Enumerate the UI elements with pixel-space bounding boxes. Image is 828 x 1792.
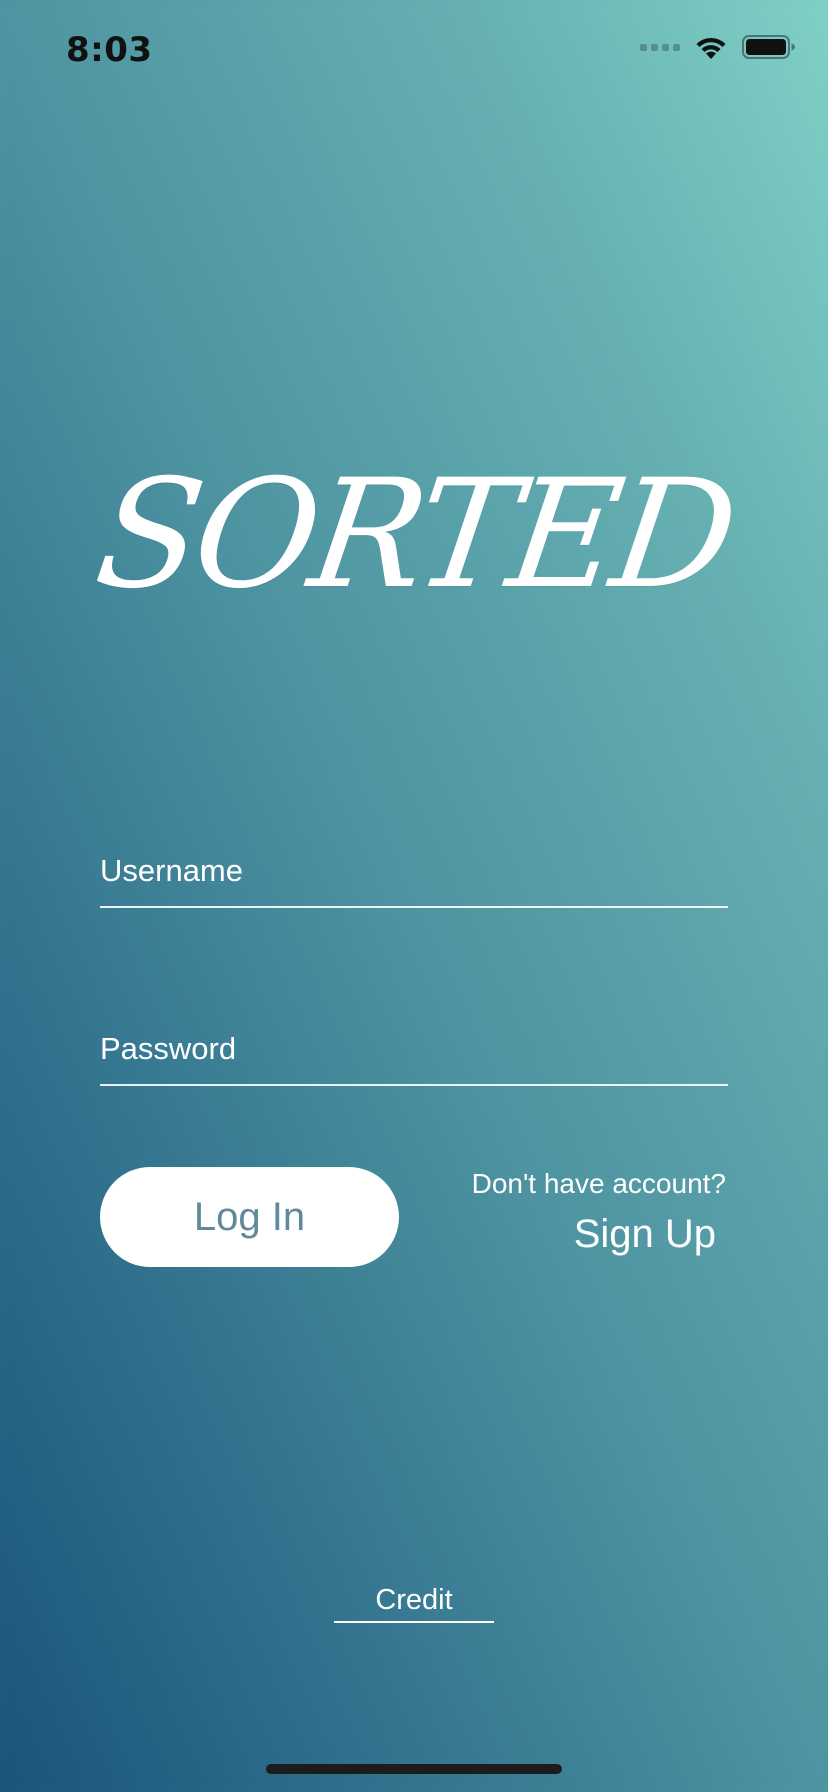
app-logo: SORTED: [86, 448, 742, 622]
status-bar: 8:03: [0, 0, 828, 100]
status-time: 8:03: [66, 30, 153, 70]
password-field[interactable]: [100, 1014, 728, 1086]
password-input[interactable]: [100, 1014, 728, 1084]
signal-dots-icon: [640, 43, 680, 51]
signup-prompt: Don't have account?: [471, 1168, 726, 1199]
signup-link[interactable]: Sign Up: [574, 1212, 716, 1257]
username-input[interactable]: [100, 836, 728, 906]
wifi-icon: [696, 37, 726, 59]
username-field[interactable]: [100, 836, 728, 908]
battery-icon: [742, 35, 795, 59]
login-button[interactable]: Log In: [100, 1167, 399, 1267]
status-icons: [640, 34, 796, 60]
home-indicator: [266, 1764, 562, 1774]
credit-link[interactable]: Credit: [334, 1584, 494, 1623]
